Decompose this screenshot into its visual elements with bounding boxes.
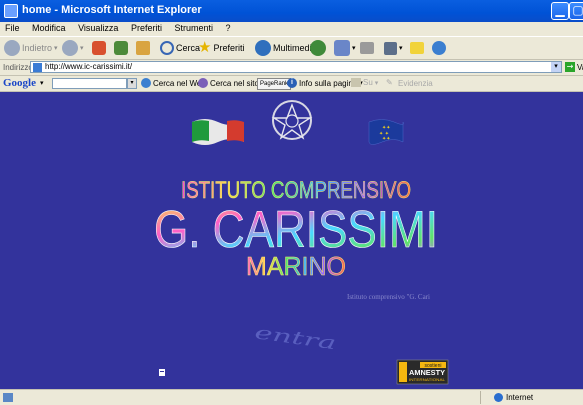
search-site-button[interactable]: Cerca nel sito	[198, 78, 259, 88]
address-input[interactable]: http://www.ic-carissimi.it/ ▾	[30, 61, 562, 73]
svg-text:✦✦: ✦✦	[382, 136, 390, 142]
window-title: home - Microsoft Internet Explorer	[22, 4, 202, 16]
home-icon	[136, 41, 150, 55]
history-button[interactable]	[310, 40, 326, 56]
stop-icon	[92, 41, 106, 55]
refresh-icon	[114, 41, 128, 55]
address-label: Indirizzo	[3, 63, 33, 72]
document-icon	[159, 369, 165, 376]
status-bar: Internet	[0, 389, 583, 405]
history-icon	[310, 40, 326, 56]
forward-arrow-icon	[62, 40, 78, 56]
stop-button[interactable]	[92, 40, 106, 56]
messenger-icon	[432, 41, 446, 55]
mail-icon	[334, 40, 350, 56]
back-button[interactable]: Indietro ▾	[4, 40, 58, 56]
favorites-button[interactable]: ★ Preferiti	[198, 40, 244, 56]
page-content: ✦✦ ✦ ✦ ✦✦ ISTITUTO COMPRENSIVO G. CARISS…	[0, 92, 583, 389]
page-icon	[33, 63, 42, 72]
window-titlebar: home - Microsoft Internet Explorer ▁ ▢	[0, 0, 583, 22]
print-button[interactable]	[360, 40, 374, 56]
pagerank-indicator[interactable]: PageRank	[257, 78, 292, 90]
search-button[interactable]: Cerca	[160, 40, 200, 56]
search-label: Cerca	[176, 43, 201, 53]
chevron-down-icon[interactable]: ▾	[551, 62, 561, 72]
chevron-down-icon: ▾	[80, 45, 84, 52]
menu-help[interactable]: ?	[221, 22, 236, 34]
menu-strumenti[interactable]: Strumenti	[169, 22, 218, 34]
highlight-label: Evidenzia	[398, 78, 433, 88]
page-status-icon	[3, 393, 13, 402]
multimedia-button[interactable]: Multimedia	[255, 40, 317, 56]
page-info-label: Info sulla pagina	[299, 78, 358, 88]
refresh-button[interactable]	[114, 40, 128, 56]
go-label[interactable]: Va	[577, 63, 583, 72]
status-divider	[480, 391, 481, 404]
google-toolbar: Google ▾ ▾ Cerca nel Web Cerca nel sito …	[0, 76, 583, 92]
messenger-button[interactable]	[432, 40, 446, 56]
menu-bar: File Modifica Visualizza Preferiti Strum…	[0, 22, 583, 36]
amnesty-label: AMNESTY	[409, 370, 445, 377]
highlight-button[interactable]: ✎ Evidenzia	[386, 78, 433, 88]
heading-town: MARINO	[246, 251, 346, 281]
internet-globe-icon	[494, 393, 503, 402]
go-arrow-icon[interactable]: →	[565, 62, 575, 72]
folder-icon	[410, 42, 424, 54]
chevron-down-icon: ▾	[399, 45, 403, 52]
chevron-down-icon: ▾	[54, 45, 58, 52]
amnesty-sub-label: INTERNATIONAL	[409, 378, 445, 382]
mail-button[interactable]: ▾	[334, 40, 356, 56]
standard-toolbar: Indietro ▾ ▾ Cerca ★ Preferiti Multimedi…	[0, 36, 583, 60]
heading-institute: ISTITUTO COMPRENSIVO	[181, 177, 411, 204]
italian-republic-emblem	[271, 100, 313, 140]
favorites-label: Preferiti	[213, 43, 245, 53]
folder-up-icon	[351, 78, 361, 87]
up-button[interactable]: Su ▾	[351, 78, 378, 87]
home-button[interactable]	[136, 40, 150, 56]
globe-search-icon	[141, 78, 151, 88]
enter-link[interactable]: entra	[253, 322, 337, 354]
maximize-button[interactable]: ▢	[569, 2, 583, 20]
minimize-button[interactable]: ▁	[551, 2, 569, 20]
chevron-down-icon: ▾	[374, 79, 379, 87]
star-icon: ★	[198, 39, 212, 56]
print-icon	[360, 42, 374, 54]
forward-button[interactable]: ▾	[62, 40, 84, 56]
site-search-icon	[198, 78, 208, 88]
menu-modifica[interactable]: Modifica	[27, 22, 71, 34]
highlighter-icon: ✎	[386, 78, 393, 87]
info-icon: i	[287, 78, 297, 88]
scrolling-caption: Istituto comprensivo "G. Cari	[347, 293, 430, 301]
amnesty-badge[interactable]: sostieni AMNESTY INTERNATIONAL	[396, 359, 449, 385]
search-web-button[interactable]: Cerca nel Web	[141, 78, 206, 88]
multimedia-icon	[255, 40, 271, 56]
back-arrow-icon	[4, 40, 20, 56]
edit-button[interactable]: ▾	[384, 40, 403, 56]
chevron-down-icon: ▾	[352, 45, 356, 52]
security-zone: Internet	[506, 393, 534, 402]
edit-icon	[384, 41, 397, 55]
eu-flag-icon: ✦✦ ✦ ✦ ✦✦	[368, 119, 404, 145]
back-label: Indietro	[22, 43, 53, 53]
menu-visualizza[interactable]: Visualizza	[73, 22, 123, 34]
up-label: Su	[363, 78, 373, 87]
menu-preferiti[interactable]: Preferiti	[126, 22, 167, 34]
chevron-down-icon[interactable]: ▾	[127, 78, 137, 89]
google-search-input[interactable]	[52, 78, 127, 89]
chevron-down-icon[interactable]: ▾	[40, 79, 44, 87]
discuss-button[interactable]	[410, 40, 424, 56]
menu-file[interactable]: File	[0, 22, 25, 34]
search-icon	[160, 41, 174, 55]
amnesty-support-label: sostieni	[425, 363, 442, 369]
address-bar: Indirizzo http://www.ic-carissimi.it/ ▾ …	[0, 60, 583, 76]
search-site-label: Cerca nel sito	[210, 78, 259, 88]
address-url: http://www.ic-carissimi.it/	[45, 62, 133, 71]
ie-icon	[4, 4, 18, 18]
italian-flag-icon	[192, 119, 244, 145]
google-logo[interactable]: Google	[3, 77, 36, 89]
